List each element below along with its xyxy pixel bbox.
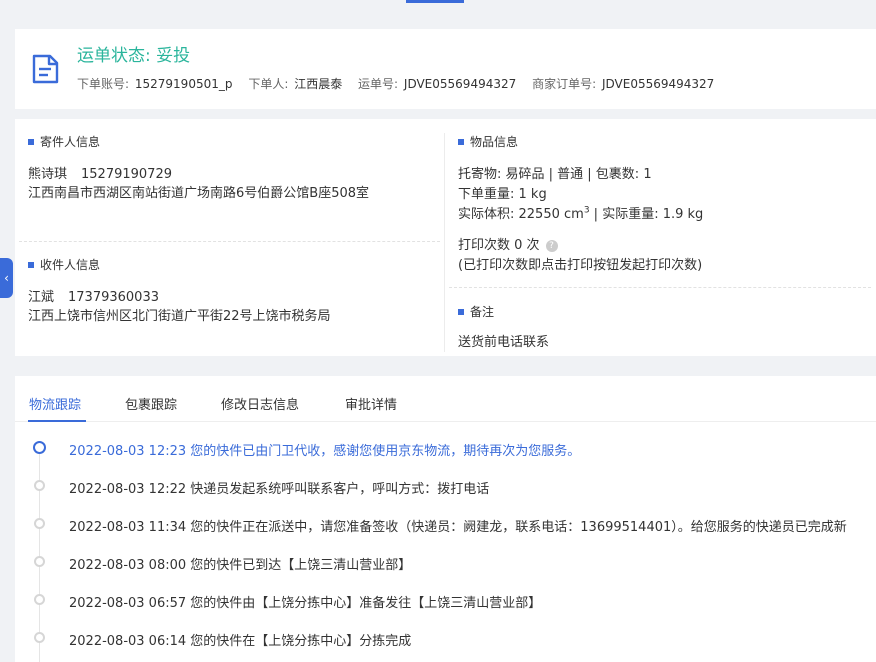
order-account: 下单账号: 15279190501_p <box>77 77 233 91</box>
timeline-text: 2022-08-03 11:34 您的快件正在派送中，请您准备签收（快递员：阙建… <box>69 520 847 535</box>
receiver-address: 江西上饶市信州区北门街道广平街22号上饶市税务局 <box>28 309 331 324</box>
timeline-text: 2022-08-03 08:00 您的快件已到达【上饶三清山营业部】 <box>69 558 412 573</box>
document-icon <box>32 54 59 84</box>
timeline-dot-icon <box>33 441 46 454</box>
orderer: 下单人: 江西晨泰 <box>248 77 343 91</box>
waybill-status: 运单状态: 妥投 <box>77 46 191 66</box>
goods-order-weight: 下单重量: 1 kg <box>458 187 547 202</box>
remark-section-title: 备注 <box>458 303 494 320</box>
timeline-text: 2022-08-03 06:57 您的快件由【上饶分拣中心】准备发往【上饶三清山… <box>69 596 542 611</box>
tab-change-log[interactable]: 修改日志信息 <box>221 394 299 413</box>
timeline-dot-icon <box>34 594 45 605</box>
timeline-dot-icon <box>34 632 45 643</box>
timeline-item: 2022-08-03 11:34 您的快件正在派送中，请您准备签收（快递员：阙建… <box>15 514 876 535</box>
sender-section-title: 寄件人信息 <box>28 133 100 150</box>
column-divider <box>444 133 445 352</box>
timeline-text: 2022-08-03 12:23 您的快件已由门卫代收，感谢您使用京东物流，期待… <box>69 444 581 459</box>
waybill-number: 运单号: JDVE05569494327 <box>358 77 517 91</box>
section-marker-icon <box>458 308 464 315</box>
active-tab-underline <box>28 420 86 422</box>
side-collapse-tab[interactable]: ‹ <box>0 258 13 298</box>
section-marker-icon <box>458 138 464 145</box>
timeline-text: 2022-08-03 06:14 您的快件在【上饶分拣中心】分拣完成 <box>69 634 412 649</box>
print-count-note: (已打印次数即点击打印按钮发起打印次数) <box>458 258 703 273</box>
section-marker-icon <box>28 261 34 268</box>
timeline-item: 2022-08-03 06:14 您的快件在【上饶分拣中心】分拣完成 <box>15 628 876 649</box>
goods-section-title: 物品信息 <box>458 133 518 150</box>
section-marker-icon <box>28 138 34 145</box>
timeline-item: 2022-08-03 08:00 您的快件已到达【上饶三清山营业部】 <box>15 552 876 573</box>
divider <box>449 287 871 288</box>
timeline-item: 2022-08-03 12:22 快递员发起系统呼叫联系客户，呼叫方式：拨打电话 <box>15 476 876 497</box>
timeline-dot-icon <box>34 518 45 529</box>
remark-text: 送货前电话联系 <box>458 335 550 350</box>
receiver-section-title: 收件人信息 <box>28 256 100 273</box>
timeline-text: 2022-08-03 12:22 快递员发起系统呼叫联系客户，呼叫方式：拨打电话 <box>69 482 490 497</box>
timeline-dot-icon <box>34 480 45 491</box>
tab-package-tracking[interactable]: 包裹跟踪 <box>125 394 177 413</box>
timeline-dot-icon <box>34 556 45 567</box>
timeline-item: 2022-08-03 12:23 您的快件已由门卫代收，感谢您使用京东物流，期待… <box>15 438 876 459</box>
timeline-item: 2022-08-03 06:57 您的快件由【上饶分拣中心】准备发往【上饶三清山… <box>15 590 876 611</box>
waybill-meta: 下单账号: 15279190501_p 下单人: 江西晨泰 运单号: JDVE0… <box>77 75 726 92</box>
print-count: 打印次数 0 次? <box>458 234 558 253</box>
tracking-panel: 物流跟踪 包裹跟踪 修改日志信息 审批详情 2022-08-03 12:23 您… <box>15 376 876 662</box>
receiver-contact: 江斌 17379360033 <box>28 290 159 305</box>
tracking-tabs: 物流跟踪 包裹跟踪 修改日志信息 审批详情 <box>15 376 876 422</box>
help-icon[interactable]: ? <box>545 239 558 252</box>
sender-contact: 熊诗琪 15279190729 <box>28 167 172 182</box>
goods-volume-weight: 实际体积: 22550 cm3 | 实际重量: 1.9 kg <box>458 205 704 222</box>
tab-approval-details[interactable]: 审批详情 <box>345 394 397 413</box>
top-tab-indicator <box>406 0 464 3</box>
waybill-header: 运单状态: 妥投 下单账号: 15279190501_p 下单人: 江西晨泰 运… <box>15 29 876 109</box>
tab-logistics-tracking[interactable]: 物流跟踪 <box>29 394 81 413</box>
divider <box>19 241 440 242</box>
sender-address: 江西南昌市西湖区南站街道广场南路6号伯爵公馆B座508室 <box>28 186 370 201</box>
goods-type: 托寄物: 易碎品 | 普通 | 包裹数: 1 <box>458 167 652 182</box>
shipment-info-panel: 寄件人信息 熊诗琪 15279190729 江西南昌市西湖区南站街道广场南路6号伯… <box>15 119 876 356</box>
chevron-left-icon: ‹ <box>4 271 9 285</box>
merchant-order-number: 商家订单号: JDVE05569494327 <box>532 77 715 91</box>
